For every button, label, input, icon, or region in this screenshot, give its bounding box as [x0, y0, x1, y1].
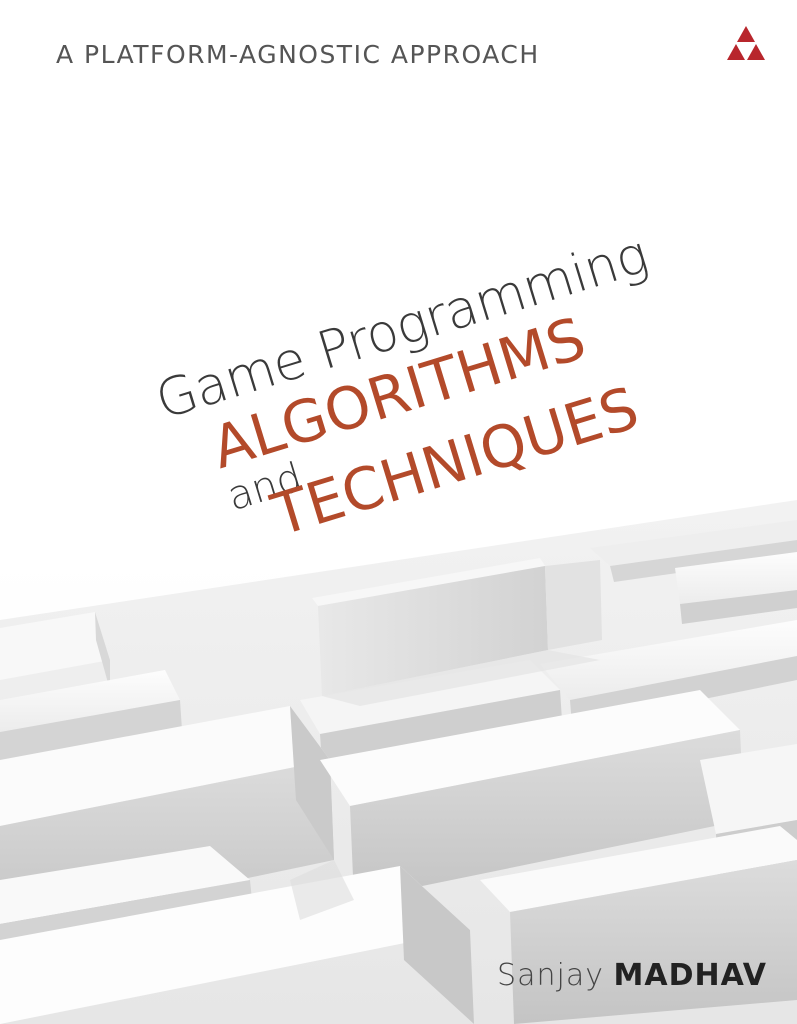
triangle-logo-icon [727, 26, 765, 60]
author-name: Sanjay MADHAV [497, 958, 767, 993]
book-cover: A PLATFORM-AGNOSTIC APPROACH Game Progra… [0, 0, 797, 1024]
author-last-name: MADHAV [613, 958, 767, 993]
block-center-side [545, 560, 602, 650]
cover-tagline: A PLATFORM-AGNOSTIC APPROACH [56, 40, 540, 69]
author-first-name: Sanjay [497, 958, 604, 993]
